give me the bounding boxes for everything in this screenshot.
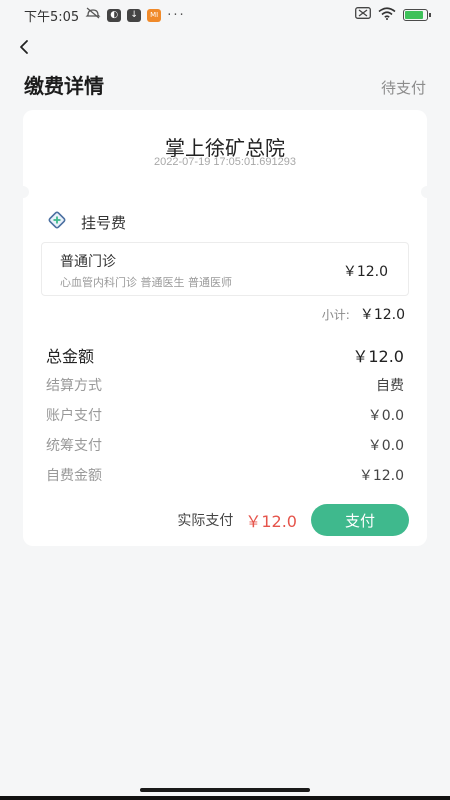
mi-icon: MI <box>147 8 162 22</box>
fee-item-desc: 心血管内科门诊 普通医生 普通医师 <box>60 276 232 289</box>
order-timestamp: 2022-07-19 17:05:01.691293 <box>154 156 296 168</box>
subtotal-label: 小计: <box>321 308 350 322</box>
status-time: 下午5:05 <box>24 9 80 25</box>
summary-value: ￥0.0 <box>367 408 404 424</box>
mute-icon <box>85 6 101 24</box>
summary-value: ￥12.0 <box>358 468 404 484</box>
app-icon: ◐ <box>107 8 122 22</box>
download-icon: ↓ <box>127 8 142 22</box>
fee-item: 普通门诊 心血管内科门诊 普通医生 普通医师 ￥12.0 <box>41 242 409 296</box>
payment-status: 待支付 <box>380 79 426 97</box>
status-bar: 下午5:05 ◐ ↓ MI ··· <box>0 0 450 30</box>
summary-row-total: 总金额 ￥12.0 <box>46 343 404 367</box>
card-notch-right <box>421 186 433 198</box>
fee-item-price: ￥12.0 <box>342 264 388 280</box>
battery-level <box>405 11 423 19</box>
wifi-icon <box>378 6 396 24</box>
more-notifications-icon: ··· <box>167 7 186 23</box>
summary-label: 账户支付 <box>46 408 102 424</box>
payment-detail-card: 掌上徐矿总院 2022-07-19 17:05:01.691293 挂号费 普通… <box>17 110 433 546</box>
summary-row-settlement: 结算方式 自费 <box>46 375 404 395</box>
bottom-edge <box>0 796 450 800</box>
chevron-left-icon <box>20 40 28 54</box>
summary-value: ￥12.0 <box>352 347 404 366</box>
summary-label: 总金额 <box>46 347 95 366</box>
summary-row-self-pay: 自费金额 ￥12.0 <box>46 465 404 485</box>
card-notch-left <box>17 186 29 198</box>
actual-pay-amount: ￥12.0 <box>245 512 297 531</box>
plus-diamond-icon <box>47 210 67 234</box>
summary-label: 结算方式 <box>46 378 102 394</box>
summary-row-pooled: 统筹支付 ￥0.0 <box>46 435 404 455</box>
subtotal: 小计: ￥12.0 <box>322 304 405 324</box>
summary-value: 自费 <box>376 378 404 394</box>
summary-value: ￥0.0 <box>367 438 404 454</box>
payment-footer: 实际支付 ￥12.0 支付 <box>177 504 409 536</box>
fee-section-header: 挂号费 <box>47 210 126 234</box>
fee-section-title: 挂号费 <box>81 213 127 232</box>
summary-label: 自费金额 <box>46 468 102 484</box>
battery-icon <box>403 9 431 21</box>
page-title: 缴费详情 <box>24 74 104 98</box>
subtotal-value: ￥12.0 <box>359 307 405 323</box>
fee-item-name: 普通门诊 <box>60 254 116 270</box>
summary-row-account: 账户支付 ￥0.0 <box>46 405 404 425</box>
pay-button[interactable]: 支付 <box>311 504 409 536</box>
actual-pay-label: 实际支付 <box>177 513 234 529</box>
home-indicator[interactable] <box>140 788 310 792</box>
summary-label: 统筹支付 <box>46 438 102 454</box>
back-button[interactable] <box>14 36 34 58</box>
sim-icon <box>355 7 371 23</box>
